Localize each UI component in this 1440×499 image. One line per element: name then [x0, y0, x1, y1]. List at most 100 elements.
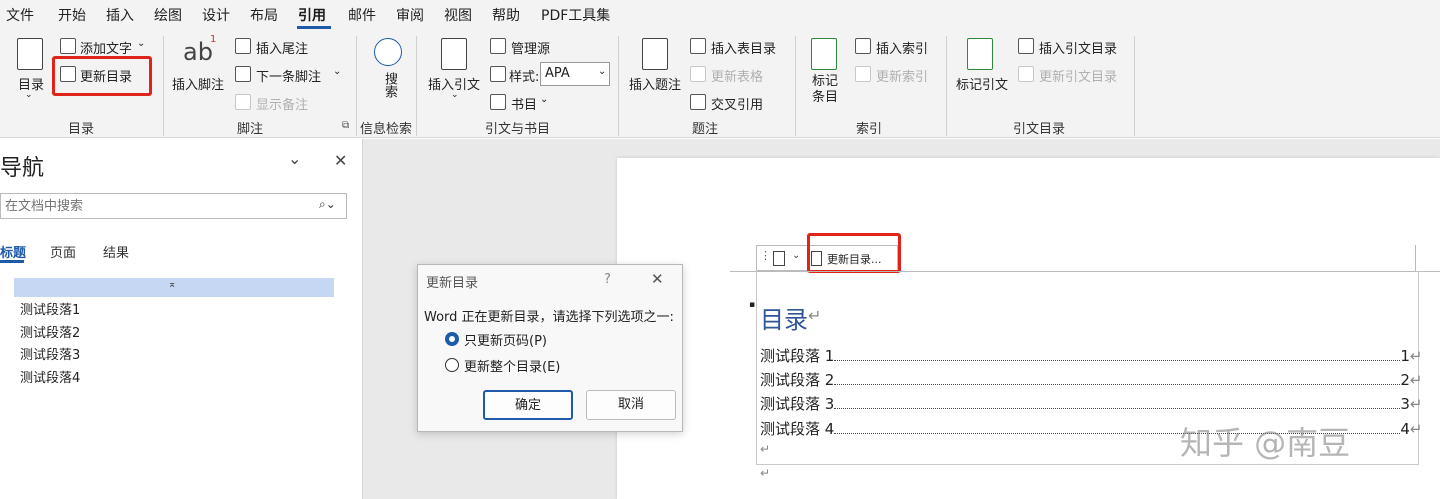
toc-icon: [17, 38, 43, 70]
tab-pages[interactable]: 页面: [50, 242, 76, 261]
mark-citation-button[interactable]: 标记引文: [956, 74, 1008, 93]
toc-entry-page: 1: [1400, 347, 1410, 365]
toc-entry-page: 2: [1400, 371, 1410, 389]
paragraph-mark: ↵: [1409, 395, 1420, 413]
menu-insert[interactable]: 插入: [106, 5, 134, 25]
group-label-research: 信息检索: [360, 122, 413, 137]
menu-pdf-tools[interactable]: PDF工具集: [541, 5, 610, 25]
bibliography-button[interactable]: 书目: [511, 94, 537, 113]
insert-toa-button[interactable]: 插入引文目录: [1039, 38, 1117, 57]
group-divider: [416, 36, 417, 136]
show-notes-icon: [235, 94, 251, 110]
paragraph-mark: ↵: [760, 442, 771, 456]
insert-endnote-button[interactable]: 插入尾注: [256, 38, 308, 57]
chevron-down-icon[interactable]: ⌄: [288, 149, 301, 168]
menu-design[interactable]: 设计: [202, 5, 230, 25]
menu-mailings[interactable]: 邮件: [348, 5, 376, 25]
nav-selected-heading[interactable]: ⌅: [14, 278, 334, 297]
group-divider: [356, 36, 357, 136]
toc-entry-text: 测试段落 3: [760, 395, 835, 413]
toc-title[interactable]: 目录: [760, 300, 808, 335]
dialog-launcher-icon[interactable]: ⧉: [342, 120, 349, 131]
search-icon[interactable]: ⌕⌄: [319, 197, 336, 212]
chevron-down-icon: ⌄: [25, 90, 33, 100]
insert-endnote-icon: [235, 38, 251, 54]
group-label-footnotes: 脚注: [237, 122, 264, 137]
group-divider: [1134, 36, 1135, 136]
style-select[interactable]: APA ⌄: [540, 62, 610, 86]
navigation-pane: 导航 ⌄ ✕ ⌕⌄ 标题 页面 结果 ⌅ 测试段落1 测试段落2 测试段落3 测…: [0, 139, 363, 499]
chevron-down-icon: ⌄: [333, 66, 342, 77]
toc-entry[interactable]: 测试段落 3 3↵: [760, 393, 1420, 414]
add-text-button[interactable]: 添加文字: [80, 38, 132, 57]
insert-toa-icon: [1018, 38, 1034, 54]
toc-leader-dots: [834, 351, 1401, 361]
toc-entry-text: 测试段落 4: [760, 420, 835, 438]
option-update-entire-table-label[interactable]: 更新整个目录(E): [464, 356, 560, 375]
group-label-citations: 引文与书目: [485, 122, 551, 137]
paragraph-mark: ↵: [1409, 420, 1420, 438]
style-label: 样式:: [509, 70, 540, 85]
radio-update-entire-table[interactable]: [445, 358, 459, 372]
nav-search-input[interactable]: [5, 196, 305, 216]
radio-update-page-numbers[interactable]: [445, 332, 459, 346]
close-icon[interactable]: ✕: [651, 270, 664, 288]
insert-caption-button[interactable]: 插入题注: [629, 74, 681, 93]
update-index-button: 更新索引: [876, 70, 929, 85]
update-index-icon: [855, 66, 871, 82]
next-footnote-button[interactable]: 下一条脚注: [256, 66, 321, 85]
collapse-icon[interactable]: ⌅: [168, 279, 176, 290]
group-label-captions: 题注: [692, 122, 719, 137]
search-button[interactable]: 搜索: [380, 72, 399, 98]
close-icon[interactable]: ✕: [334, 151, 347, 170]
toc-entry[interactable]: 测试段落 1 1↵: [760, 345, 1420, 366]
menu-view[interactable]: 视图: [444, 5, 472, 25]
option-update-page-numbers-label[interactable]: 只更新页码(P): [464, 330, 547, 349]
mark-entry-button[interactable]: 标记条目: [812, 74, 840, 106]
insert-index-icon: [855, 38, 871, 54]
menu-references[interactable]: 引用: [298, 5, 326, 25]
group-divider: [163, 36, 164, 136]
menu-review[interactable]: 审阅: [396, 5, 424, 25]
nav-search-box[interactable]: ⌕⌄: [0, 193, 347, 219]
chevron-down-icon: ⌄: [451, 90, 459, 100]
menu-help[interactable]: 帮助: [492, 5, 520, 25]
menu-draw[interactable]: 绘图: [154, 5, 182, 25]
drag-handle-icon[interactable]: ⋮: [760, 249, 771, 262]
insert-footnote-button[interactable]: 插入脚注: [172, 74, 224, 93]
menu-home[interactable]: 开始: [58, 5, 86, 25]
paragraph-mark: ↵: [760, 466, 771, 480]
nav-heading-item[interactable]: 测试段落4: [20, 367, 80, 386]
group-label-table-of-authorities: 引文目录: [1013, 122, 1066, 137]
menu-layout[interactable]: 布局: [250, 5, 278, 25]
active-tab-indicator: [297, 26, 331, 29]
chevron-down-icon[interactable]: ⌄: [792, 250, 800, 261]
ribbon: 目录 ⌄ 添加文字 ⌄ 更新目录 目录 ab 1 插入脚注 插入尾注 下一条脚注…: [0, 30, 1440, 138]
insert-table-of-figures-button[interactable]: 插入表目录: [711, 38, 776, 57]
manage-sources-icon: [490, 38, 506, 54]
insert-citation-icon: [441, 38, 467, 70]
menu-file[interactable]: 文件: [6, 5, 34, 25]
chevron-down-icon: ⌄: [137, 38, 146, 49]
cross-reference-button[interactable]: 交叉引用: [711, 94, 763, 113]
toc-menu-icon[interactable]: [773, 251, 785, 266]
nav-heading-item[interactable]: 测试段落1: [20, 299, 80, 318]
tab-results[interactable]: 结果: [103, 242, 129, 261]
paragraph-mark: ▪: [749, 300, 756, 310]
group-divider: [795, 36, 796, 136]
nav-heading-item[interactable]: 测试段落2: [20, 322, 80, 341]
nav-heading-item[interactable]: 测试段落3: [20, 344, 80, 363]
update-table-icon: [690, 66, 706, 82]
manage-sources-button[interactable]: 管理源: [511, 38, 550, 57]
mark-entry-icon: [811, 38, 837, 70]
update-toa-button: 更新引文目录: [1039, 70, 1118, 85]
help-icon[interactable]: ?: [604, 272, 611, 287]
cancel-button[interactable]: 取消: [586, 390, 676, 420]
paragraph-mark: ↵: [808, 306, 822, 325]
ok-button[interactable]: 确定: [483, 390, 573, 420]
insert-index-button[interactable]: 插入索引: [876, 38, 928, 57]
tab-headings[interactable]: 标题: [0, 242, 26, 261]
toc-leader-dots: [834, 399, 1401, 409]
group-divider: [618, 36, 619, 136]
toc-entry[interactable]: 测试段落 2 2↵: [760, 369, 1420, 390]
